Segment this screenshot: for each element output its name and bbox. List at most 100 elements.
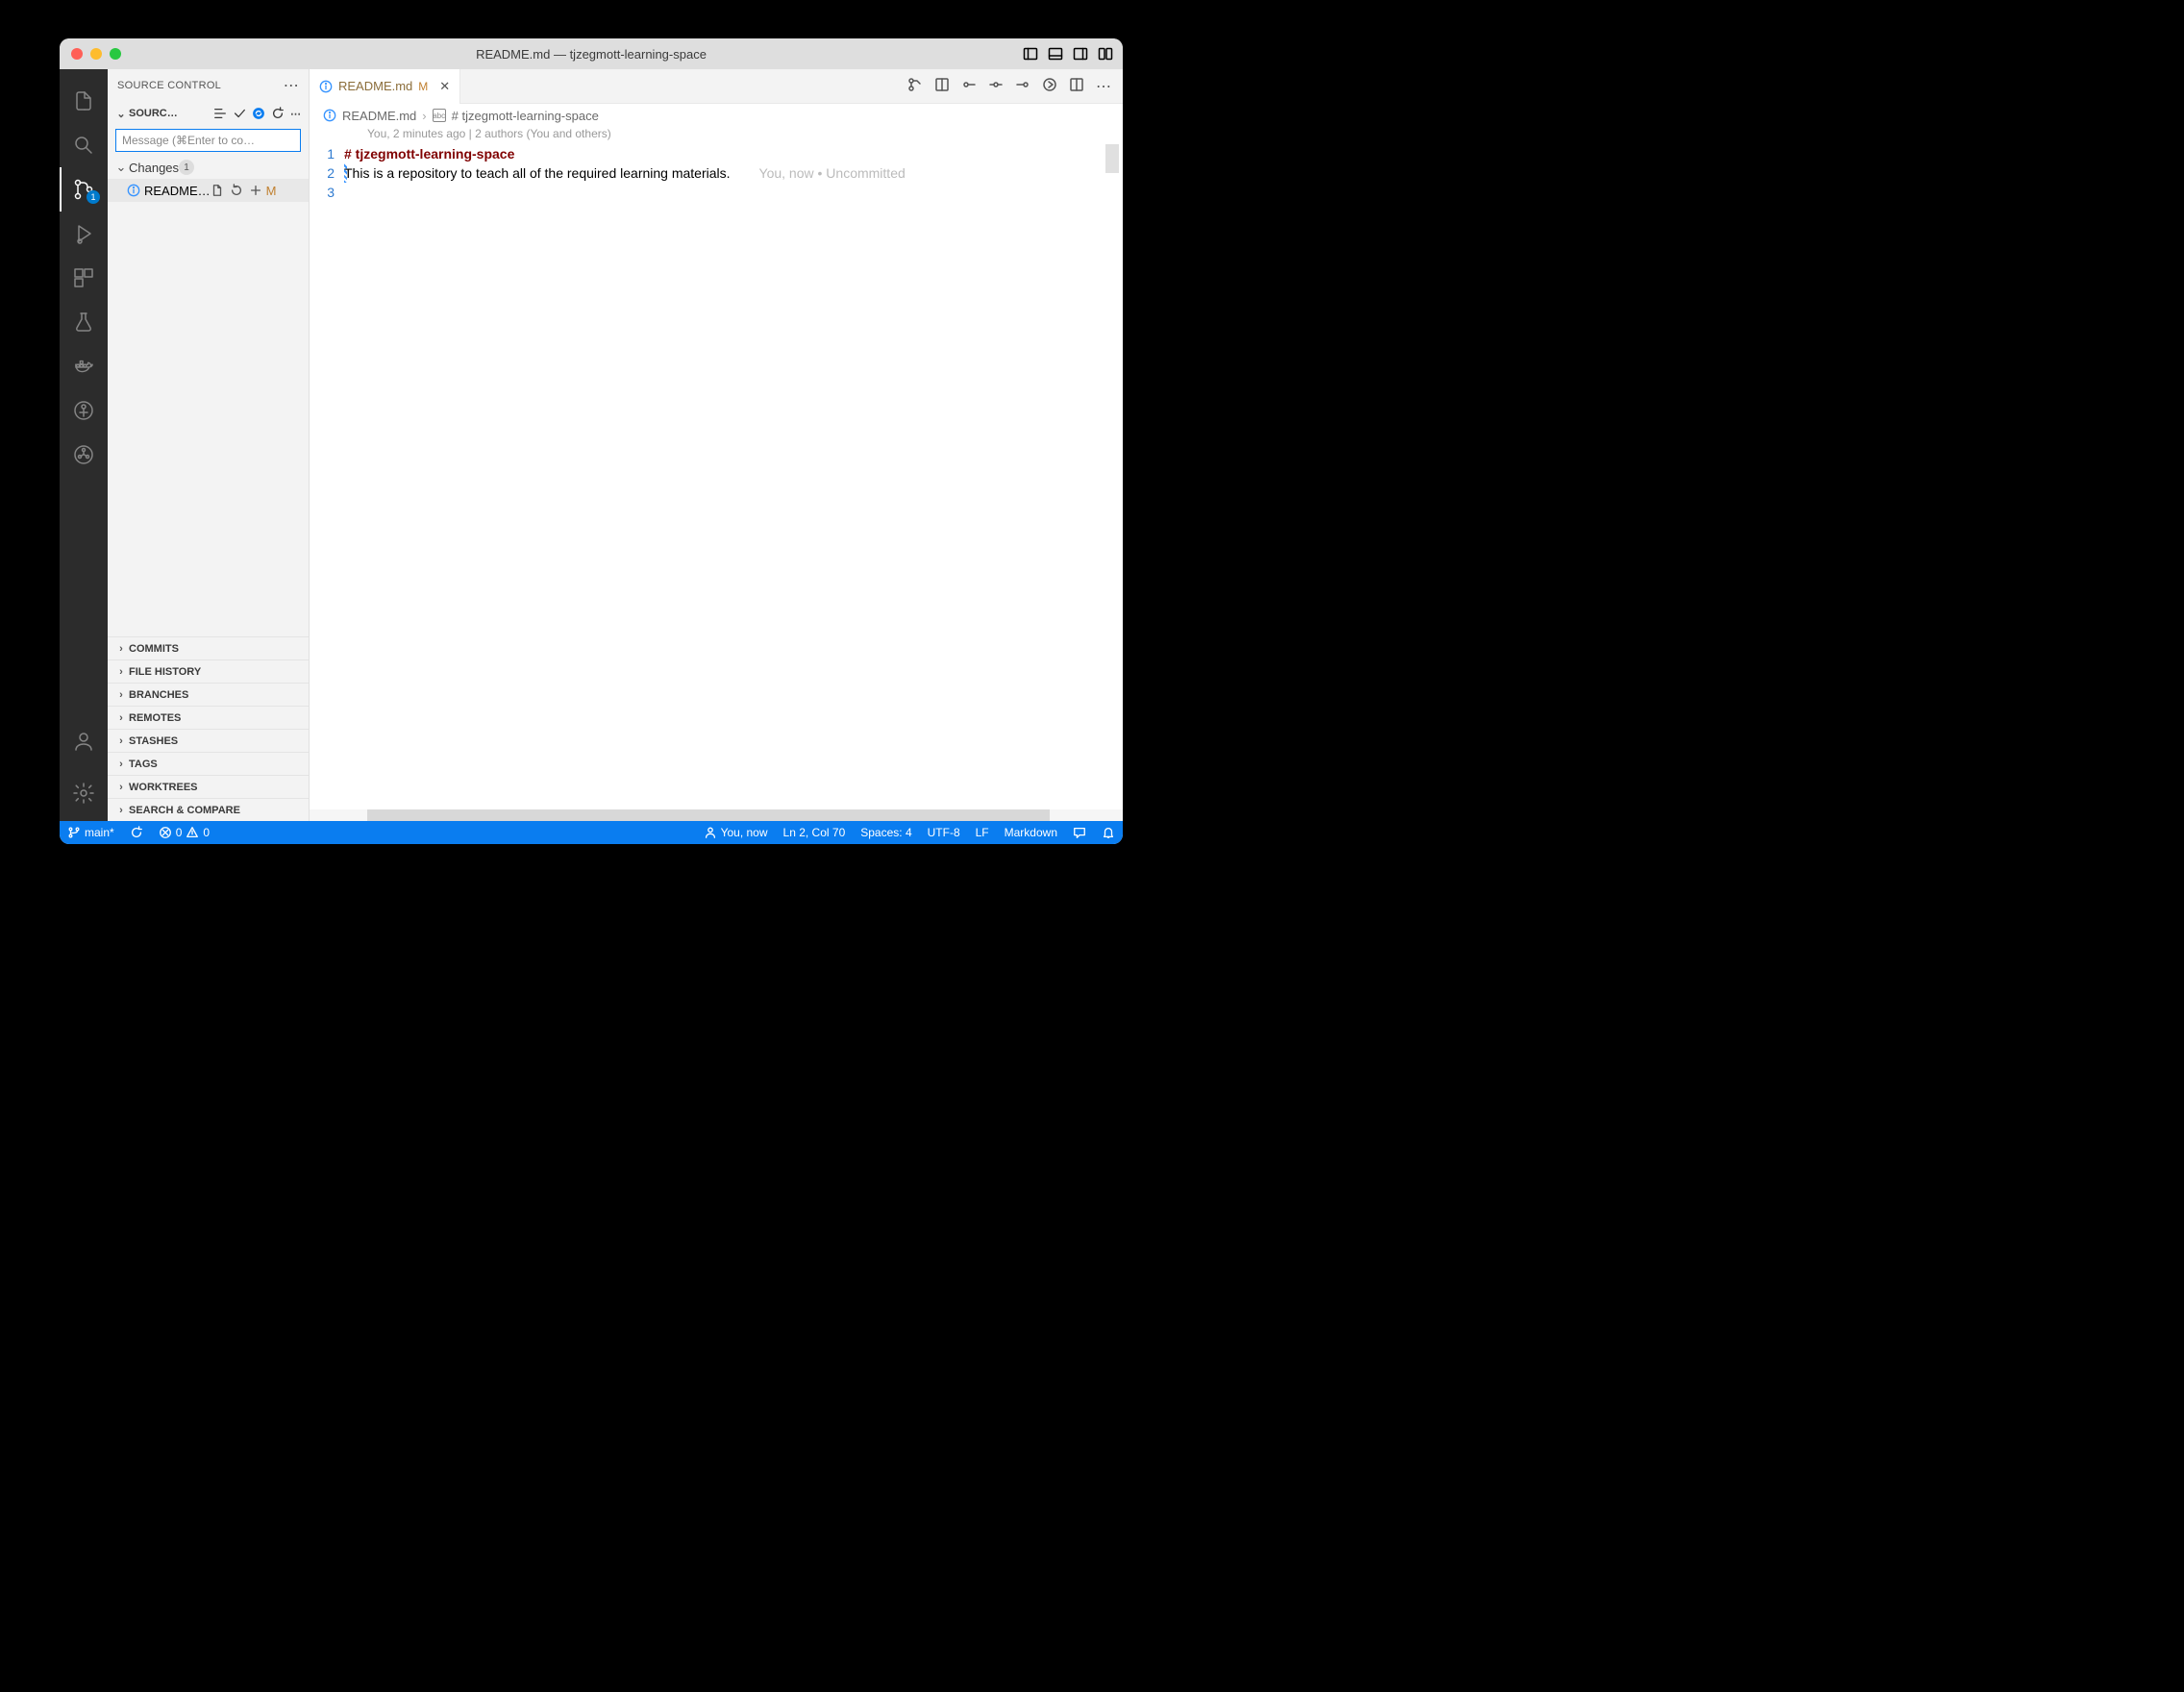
commit-check-icon[interactable] bbox=[233, 107, 246, 120]
minimap[interactable] bbox=[1105, 144, 1119, 173]
titlebar[interactable]: README.md — tjzegmott-learning-space bbox=[60, 38, 1123, 69]
code-line-2: This is a repository to teach all of the… bbox=[344, 165, 731, 181]
code-lines[interactable]: # tjzegmott-learning-space This is a rep… bbox=[344, 144, 1123, 809]
search-activity[interactable] bbox=[60, 123, 108, 167]
section-tags[interactable]: ›TAGS bbox=[108, 752, 309, 775]
code-line-1: # tjzegmott-learning-space bbox=[344, 146, 514, 162]
explorer-activity[interactable] bbox=[60, 79, 108, 123]
commit-node-icon[interactable] bbox=[988, 77, 1004, 92]
section-file-history[interactable]: ›FILE HISTORY bbox=[108, 659, 309, 683]
status-problems[interactable]: 0 0 bbox=[151, 821, 217, 844]
source-control-activity[interactable]: 1 bbox=[60, 167, 108, 212]
code-editor[interactable]: 123 # tjzegmott-learning-space This is a… bbox=[310, 144, 1123, 809]
info-icon bbox=[127, 184, 140, 197]
extensions-activity[interactable] bbox=[60, 256, 108, 300]
sidebar-header: SOURCE CONTROL ⋯ bbox=[108, 69, 309, 102]
tab-status: M bbox=[418, 80, 428, 93]
modified-line-marker bbox=[344, 163, 347, 183]
changes-label: Changes bbox=[129, 161, 179, 175]
status-notifications[interactable] bbox=[1094, 821, 1123, 844]
section-branches[interactable]: ›BRANCHES bbox=[108, 683, 309, 706]
open-changes-icon[interactable] bbox=[934, 77, 950, 92]
section-stashes[interactable]: ›STASHES bbox=[108, 729, 309, 752]
testing-activity[interactable] bbox=[60, 300, 108, 344]
commit-message-input[interactable]: Message (⌘Enter to co… bbox=[115, 129, 301, 152]
branch-icon bbox=[67, 826, 81, 839]
accounts-activity[interactable] bbox=[60, 719, 108, 763]
status-branch[interactable]: main* bbox=[60, 821, 122, 844]
changes-count-badge: 1 bbox=[179, 160, 194, 175]
editor-more-icon[interactable]: ⋯ bbox=[1096, 77, 1111, 96]
tab-filename: README.md bbox=[338, 79, 412, 93]
compare-icon[interactable] bbox=[907, 77, 923, 92]
activity-bar: 1 bbox=[60, 69, 108, 821]
panel-bottom-icon[interactable] bbox=[1048, 46, 1063, 62]
info-icon bbox=[319, 80, 333, 93]
scm-badge: 1 bbox=[87, 190, 100, 204]
chevron-down-icon: ⌄ bbox=[115, 160, 127, 175]
settings-activity[interactable] bbox=[60, 771, 108, 815]
section-worktrees[interactable]: ›WORKTREES bbox=[108, 775, 309, 798]
status-indent[interactable]: Spaces: 4 bbox=[853, 821, 919, 844]
tab-close-icon[interactable]: ✕ bbox=[439, 79, 450, 94]
preview-icon[interactable] bbox=[1042, 77, 1057, 92]
editor-toolbar: ⋯ bbox=[907, 77, 1123, 96]
inline-blame: You, now • Uncommitted bbox=[759, 165, 909, 181]
open-file-icon[interactable] bbox=[211, 184, 224, 197]
status-feedback[interactable] bbox=[1065, 821, 1094, 844]
sidebar: SOURCE CONTROL ⋯ ⌄ SOURC… ⋯ Message (⌘En… bbox=[108, 69, 310, 821]
person-icon bbox=[704, 826, 717, 839]
section-remotes[interactable]: ›REMOTES bbox=[108, 706, 309, 729]
breadcrumb-file: README.md bbox=[342, 109, 416, 123]
feedback-icon bbox=[1073, 826, 1086, 839]
status-sync[interactable] bbox=[122, 821, 151, 844]
breadcrumb[interactable]: README.md › abc # tjzegmott-learning-spa… bbox=[310, 104, 1123, 127]
bell-icon bbox=[1102, 826, 1115, 839]
next-change-icon[interactable] bbox=[1015, 77, 1030, 92]
layout-icon[interactable] bbox=[1098, 46, 1113, 62]
status-cursor-pos[interactable]: Ln 2, Col 70 bbox=[776, 821, 854, 844]
status-blame[interactable]: You, now bbox=[696, 821, 776, 844]
editor-tab-readme[interactable]: README.md M ✕ bbox=[310, 69, 460, 104]
view-tree-icon[interactable] bbox=[213, 107, 227, 120]
prev-change-icon[interactable] bbox=[961, 77, 977, 92]
scm-repo-header[interactable]: ⌄ SOURC… ⋯ bbox=[108, 102, 309, 125]
docker-activity[interactable] bbox=[60, 344, 108, 388]
run-debug-activity[interactable] bbox=[60, 212, 108, 256]
scrollbar-thumb[interactable] bbox=[367, 809, 1050, 821]
changes-section[interactable]: ⌄ Changes 1 bbox=[108, 156, 309, 179]
heading-icon: abc bbox=[433, 109, 446, 122]
sync-circle-icon[interactable] bbox=[252, 107, 265, 120]
gitlens-activity[interactable] bbox=[60, 388, 108, 433]
changed-file-row[interactable]: README… M bbox=[108, 179, 309, 202]
error-icon bbox=[159, 826, 172, 839]
stage-plus-icon[interactable] bbox=[249, 184, 262, 197]
editor-tabs: README.md M ✕ ⋯ bbox=[310, 69, 1123, 104]
status-encoding[interactable]: UTF-8 bbox=[920, 821, 968, 844]
status-bar: main* 0 0 You, now Ln 2, Col 70 Spaces: … bbox=[60, 821, 1123, 844]
status-eol[interactable]: LF bbox=[968, 821, 997, 844]
scm-repo-label: SOURC… bbox=[129, 108, 213, 119]
discard-icon[interactable] bbox=[230, 184, 243, 197]
breadcrumb-heading: # tjzegmott-learning-space bbox=[452, 109, 599, 123]
panel-left-icon[interactable] bbox=[1023, 46, 1038, 62]
info-icon bbox=[323, 109, 336, 122]
horizontal-scrollbar[interactable] bbox=[310, 809, 1123, 821]
status-language[interactable]: Markdown bbox=[997, 821, 1065, 844]
section-search-compare[interactable]: ›SEARCH & COMPARE bbox=[108, 798, 309, 821]
title-layout-icons bbox=[1023, 46, 1113, 62]
chevron-down-icon: ⌄ bbox=[115, 108, 127, 120]
section-commits[interactable]: ›COMMITS bbox=[108, 636, 309, 659]
split-editor-icon[interactable] bbox=[1069, 77, 1084, 92]
git-graph-activity[interactable] bbox=[60, 433, 108, 477]
blame-summary: You, 2 minutes ago | 2 authors (You and … bbox=[310, 127, 1123, 144]
warning-icon bbox=[186, 826, 199, 839]
vscode-window: README.md — tjzegmott-learning-space 1 bbox=[60, 38, 1123, 844]
sync-icon bbox=[130, 826, 143, 839]
window-title: README.md — tjzegmott-learning-space bbox=[60, 47, 1123, 62]
more-icon[interactable]: ⋯ bbox=[290, 108, 301, 120]
panel-right-icon[interactable] bbox=[1073, 46, 1088, 62]
sidebar-more-icon[interactable]: ⋯ bbox=[284, 76, 299, 95]
refresh-icon[interactable] bbox=[271, 107, 285, 120]
changed-file-name: README… bbox=[144, 184, 211, 198]
